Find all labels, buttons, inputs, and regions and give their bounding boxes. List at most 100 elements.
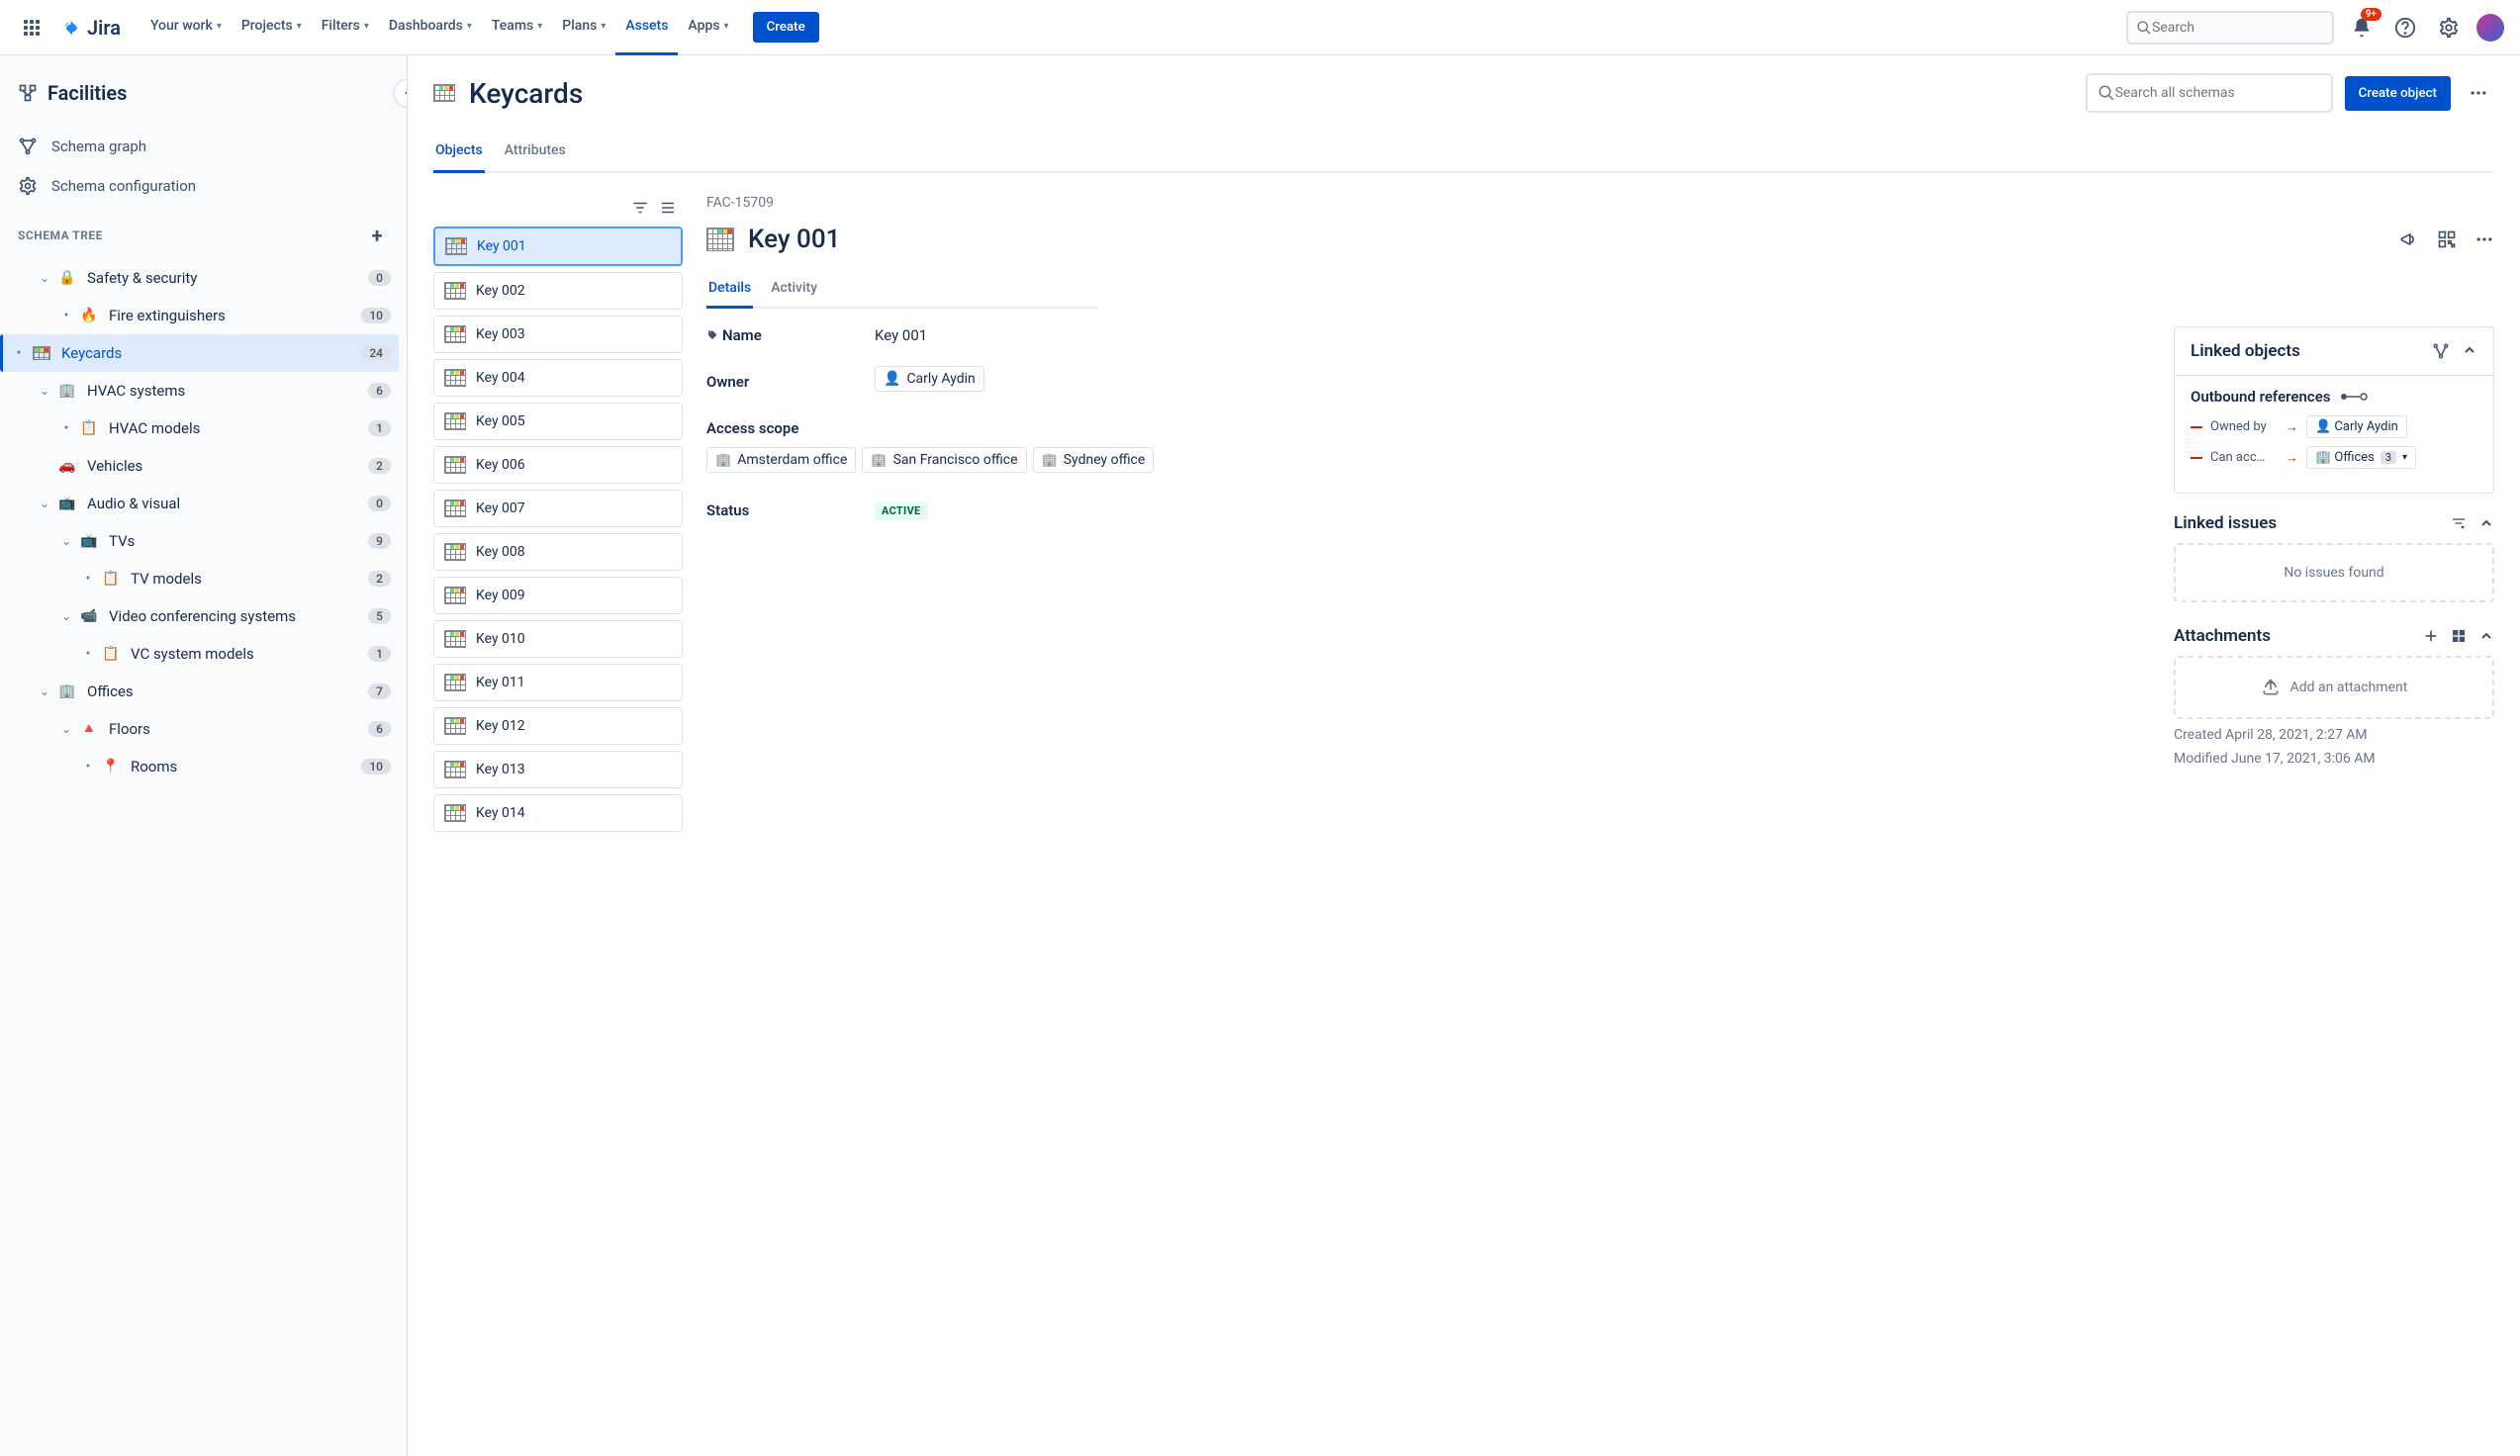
search-icon: [2098, 84, 2115, 102]
global-search[interactable]: [2126, 11, 2334, 45]
chevron-down-icon: ▾: [217, 21, 222, 32]
object-card-label: Key 010: [476, 631, 525, 647]
expand-icon[interactable]: ⌄: [55, 722, 77, 736]
object-card[interactable]: Key 008: [433, 533, 683, 571]
created-meta: Created April 28, 2021, 2:27 AM: [2174, 727, 2494, 743]
app-switcher-icon[interactable]: [16, 12, 47, 44]
tree-item-hvac-models[interactable]: •📋HVAC models1: [8, 410, 399, 447]
user-avatar[interactable]: [2476, 14, 2504, 42]
search-schemas-input[interactable]: [2115, 85, 2321, 101]
nav-teams[interactable]: Teams▾: [482, 0, 552, 55]
expand-icon[interactable]: ⌄: [55, 534, 77, 548]
nav-apps[interactable]: Apps▾: [678, 0, 738, 55]
page-more-button[interactable]: [2463, 77, 2494, 109]
schema-config-link[interactable]: Schema configuration: [8, 166, 399, 206]
access-chip[interactable]: San Francisco office: [862, 447, 1026, 473]
tree-item-count: 6: [368, 721, 391, 737]
tree-item-tv-models[interactable]: •📋TV models2: [8, 560, 399, 597]
object-type-icon: [444, 630, 466, 648]
tab-details[interactable]: Details: [706, 272, 753, 309]
prop-access-label: Access scope: [706, 419, 875, 437]
tree-item-label: TV models: [131, 570, 368, 588]
create-button[interactable]: Create: [753, 12, 819, 43]
expand-icon[interactable]: ⌄: [34, 384, 55, 398]
tree-item-vc-system-models[interactable]: •📋VC system models1: [8, 635, 399, 673]
tree-item-audio-visual[interactable]: ⌄📺Audio & visual0: [8, 485, 399, 522]
tab-activity[interactable]: Activity: [769, 272, 819, 309]
ref-target-chip[interactable]: 🏢 Offices 3 ▾: [2306, 446, 2416, 469]
settings-button[interactable]: [2433, 12, 2465, 44]
tree-item-label: Audio & visual: [87, 495, 368, 512]
add-icon[interactable]: [2423, 628, 2439, 644]
bullet-icon: •: [55, 420, 77, 436]
object-card[interactable]: Key 012: [433, 707, 683, 745]
object-card[interactable]: Key 003: [433, 316, 683, 353]
tree-item-icon: 🚗: [55, 454, 79, 478]
page-tabs: Objects Attributes: [433, 135, 2494, 173]
tree-item-floors[interactable]: ⌄🔺Floors6: [8, 710, 399, 748]
ref-target-chip[interactable]: 👤 Carly Aydin: [2306, 415, 2407, 438]
chevron-down-icon[interactable]: ▾: [2402, 452, 2407, 463]
search-schemas[interactable]: [2086, 73, 2333, 113]
tree-item-keycards[interactable]: •Keycards24: [0, 334, 399, 372]
nav-assets[interactable]: Assets: [615, 0, 678, 55]
object-card[interactable]: Key 009: [433, 577, 683, 614]
outbound-references-label: Outbound references: [2191, 388, 2330, 406]
create-object-button[interactable]: Create object: [2345, 76, 2451, 111]
tree-item-video-conferencing-systems[interactable]: ⌄📹Video conferencing systems5: [8, 597, 399, 635]
object-card[interactable]: Key 001: [433, 227, 683, 266]
object-card-label: Key 004: [476, 370, 525, 386]
object-card[interactable]: Key 006: [433, 446, 683, 484]
expand-icon[interactable]: ⌄: [34, 497, 55, 510]
tree-item-tvs[interactable]: ⌄📺TVs9: [8, 522, 399, 560]
add-schema-button[interactable]: +: [366, 222, 389, 249]
access-chip[interactable]: Sydney office: [1033, 447, 1155, 473]
expand-icon[interactable]: ⌄: [34, 684, 55, 698]
access-chip[interactable]: Amsterdam office: [706, 447, 856, 473]
chevron-up-icon[interactable]: [2478, 515, 2494, 531]
more-icon[interactable]: [2474, 229, 2494, 249]
qr-icon[interactable]: [2437, 229, 2457, 249]
tab-attributes[interactable]: Attributes: [503, 135, 568, 173]
global-search-input[interactable]: [2152, 20, 2324, 36]
grid-view-icon[interactable]: [2451, 628, 2467, 644]
object-card[interactable]: Key 013: [433, 751, 683, 788]
schema-graph-link[interactable]: Schema graph: [8, 127, 399, 166]
object-card[interactable]: Key 010: [433, 620, 683, 658]
owner-chip[interactable]: Carly Aydin: [875, 366, 984, 392]
object-card[interactable]: Key 014: [433, 794, 683, 832]
object-card[interactable]: Key 011: [433, 664, 683, 701]
tree-item-fire-extinguishers[interactable]: •🔥Fire extinguishers10: [8, 297, 399, 334]
prop-name-label: Name: [706, 326, 875, 344]
topnav-left: Jira Your work▾Projects▾Filters▾Dashboar…: [16, 0, 819, 55]
help-button[interactable]: [2389, 12, 2421, 44]
chevron-up-icon[interactable]: [2478, 628, 2494, 644]
expand-icon[interactable]: ⌄: [55, 609, 77, 623]
tree-item-vehicles[interactable]: 🚗Vehicles2: [8, 447, 399, 485]
jira-logo[interactable]: Jira: [59, 16, 121, 40]
tree-item-offices[interactable]: ⌄🏢Offices7: [8, 673, 399, 710]
list-view-icon[interactable]: [659, 199, 677, 217]
tree-item-safety-security[interactable]: ⌄🔒Safety & security0: [8, 259, 399, 297]
graph-view-icon[interactable]: [2432, 342, 2450, 360]
nav-projects[interactable]: Projects▾: [232, 0, 312, 55]
chevron-up-icon[interactable]: [2462, 342, 2477, 358]
object-card[interactable]: Key 007: [433, 490, 683, 527]
filter-icon[interactable]: [631, 199, 649, 217]
object-card[interactable]: Key 004: [433, 359, 683, 397]
object-card[interactable]: Key 002: [433, 272, 683, 310]
object-card[interactable]: Key 005: [433, 403, 683, 440]
object-type-icon: [445, 237, 467, 255]
tree-item-hvac-systems[interactable]: ⌄🏢HVAC systems6: [8, 372, 399, 410]
filter-icon[interactable]: [2451, 515, 2467, 531]
notifications-button[interactable]: 9+: [2346, 12, 2378, 44]
nav-plans[interactable]: Plans▾: [552, 0, 615, 55]
tab-objects[interactable]: Objects: [433, 135, 485, 173]
nav-filters[interactable]: Filters▾: [312, 0, 379, 55]
nav-dashboards[interactable]: Dashboards▾: [379, 0, 482, 55]
expand-icon[interactable]: ⌄: [34, 271, 55, 285]
tree-item-rooms[interactable]: •📍Rooms10: [8, 748, 399, 785]
announce-icon[interactable]: [2399, 229, 2419, 249]
attachment-dropzone[interactable]: Add an attachment: [2174, 656, 2494, 719]
nav-your-work[interactable]: Your work▾: [140, 0, 232, 55]
